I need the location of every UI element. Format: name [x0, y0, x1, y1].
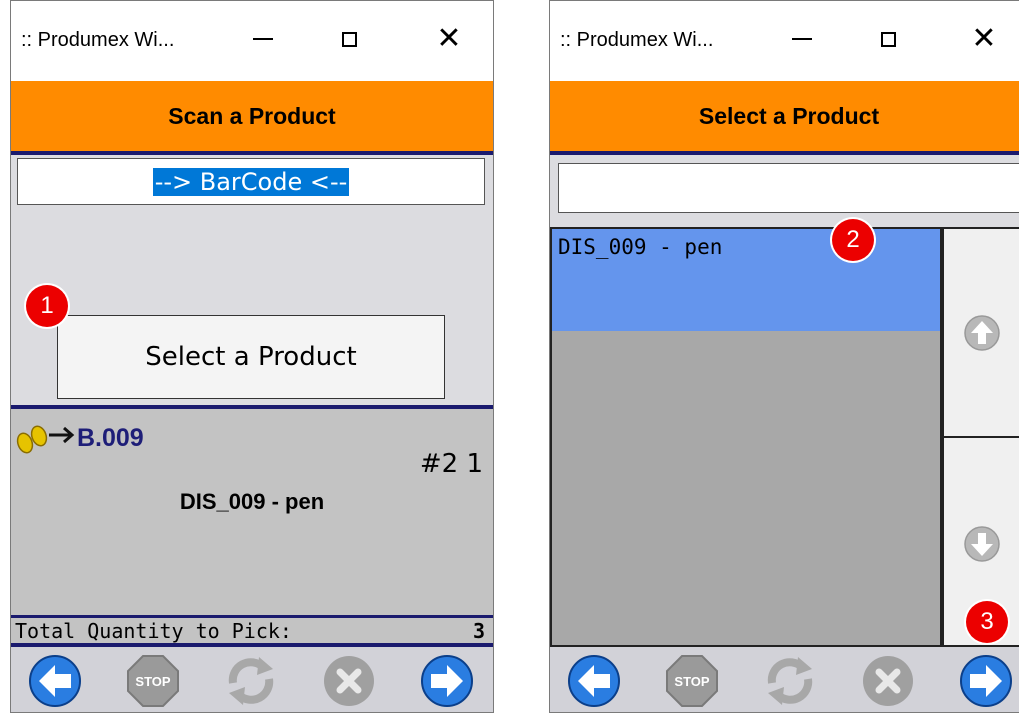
stop-icon: STOP: [666, 655, 718, 707]
refresh-icon: [228, 657, 274, 705]
title-bar: :: Produmex Wi... ✕: [550, 1, 1019, 81]
location-row: B.009: [15, 421, 144, 455]
cancel-icon: [324, 656, 374, 706]
total-quantity-bar: Total Quantity to Pick: 3: [11, 615, 493, 647]
stop-icon: STOP: [127, 655, 179, 707]
step-badge-1: 1: [26, 285, 68, 327]
svg-text:STOP: STOP: [674, 674, 709, 689]
list-item[interactable]: DIS_009 - pen: [552, 229, 940, 331]
page-header: Scan a Product: [11, 81, 493, 155]
search-input[interactable]: [558, 163, 1019, 213]
select-product-button[interactable]: Select a Product: [57, 315, 445, 399]
footprints-arrow-icon: [16, 425, 75, 454]
scroll-buttons: [942, 227, 1019, 647]
window-title: :: Produmex Wi...: [560, 29, 714, 51]
total-quantity-label: Total Quantity to Pick:: [15, 619, 292, 643]
close-icon: ✕: [436, 21, 462, 56]
forward-arrow-icon[interactable]: [958, 653, 1014, 709]
list-item-label: DIS_009 - pen: [558, 235, 723, 259]
page-header: Select a Product: [550, 81, 1019, 155]
location-code: B.009: [77, 423, 144, 452]
select-product-window: :: Produmex Wi... ✕ Select a Product DIS…: [549, 0, 1019, 713]
forward-arrow-icon[interactable]: [419, 653, 475, 709]
scroll-up-button[interactable]: [942, 227, 1019, 438]
down-arrow-icon: [964, 526, 1000, 562]
step-badge-2: 2: [832, 219, 874, 261]
minimize-button[interactable]: [782, 19, 822, 59]
barcode-input[interactable]: --> BarCode <--: [17, 158, 485, 205]
pick-info-panel: B.009 #2 1 DIS_009 - pen: [11, 405, 493, 615]
search-area: [550, 155, 1019, 227]
back-arrow-icon[interactable]: [566, 653, 622, 709]
maximize-button[interactable]: [868, 19, 908, 59]
maximize-button[interactable]: [329, 19, 369, 59]
barcode-selected-text: --> BarCode <--: [152, 167, 350, 196]
maximize-icon: [880, 31, 896, 47]
refresh-icon: [767, 657, 813, 705]
cancel-icon: [863, 656, 913, 706]
minimize-icon: [253, 38, 273, 40]
close-button[interactable]: ✕: [964, 19, 1004, 59]
bottom-toolbar: STOP: [550, 647, 1019, 712]
bottom-toolbar: STOP: [11, 647, 493, 712]
product-list[interactable]: DIS_009 - pen: [550, 227, 942, 647]
back-arrow-icon[interactable]: [27, 653, 83, 709]
minimize-icon: [792, 38, 812, 40]
svg-text:STOP: STOP: [135, 674, 170, 689]
scan-product-window: :: Produmex Wi... ✕ Scan a Product --> B…: [10, 0, 494, 713]
window-title: :: Produmex Wi...: [21, 29, 175, 51]
title-bar: :: Produmex Wi... ✕: [11, 1, 493, 81]
close-icon: ✕: [971, 21, 997, 56]
close-button[interactable]: ✕: [429, 19, 469, 59]
step-badge-3: 3: [966, 601, 1008, 643]
maximize-icon: [341, 31, 357, 47]
product-name: DIS_009 - pen: [179, 489, 325, 514]
minimize-button[interactable]: [243, 19, 283, 59]
up-arrow-icon: [964, 315, 1000, 351]
pick-count: #2 1: [419, 449, 483, 479]
scan-area: --> BarCode <-- Select a Product: [11, 155, 493, 405]
total-quantity-value: 3: [472, 619, 485, 643]
